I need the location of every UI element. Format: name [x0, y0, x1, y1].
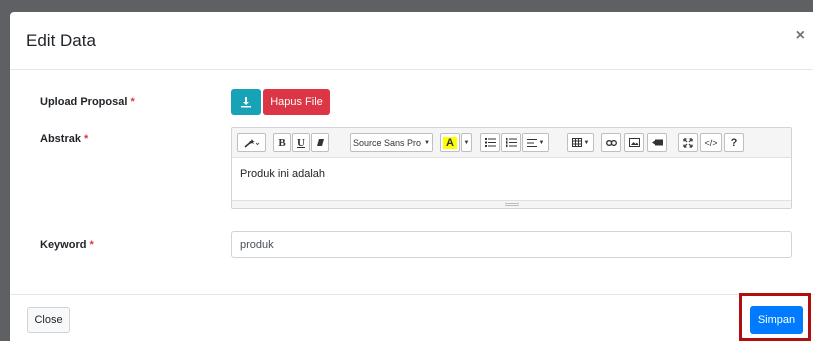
- font-name-dropdown[interactable]: Source Sans Pro ▼: [350, 133, 433, 152]
- paragraph-align-dropdown[interactable]: ▼: [522, 133, 549, 152]
- link-icon: [605, 139, 617, 146]
- upload-proposal-text: Upload Proposal: [40, 96, 128, 108]
- keyword-label: Keyword *: [40, 239, 94, 251]
- caret-down-icon: ▼: [424, 139, 430, 146]
- image-icon: [628, 138, 640, 147]
- edit-data-modal: Edit Data × Upload Proposal * Hapus File…: [10, 12, 813, 341]
- font-color-dropdown[interactable]: ▼: [461, 133, 472, 152]
- modal-header: Edit Data ×: [10, 12, 813, 70]
- resize-grip-icon: [504, 203, 519, 206]
- table-dropdown[interactable]: ▼: [567, 133, 594, 152]
- simpan-button[interactable]: Simpan: [750, 306, 803, 334]
- ordered-list-button[interactable]: [501, 133, 521, 152]
- keyword-input[interactable]: [231, 231, 792, 258]
- help-button[interactable]: ?: [724, 133, 744, 152]
- hapus-file-button[interactable]: Hapus File: [263, 89, 330, 115]
- unordered-list-icon: [484, 138, 496, 147]
- caret-down-icon: ▼: [538, 139, 545, 146]
- caret-down-icon: ▼: [463, 139, 470, 146]
- align-icon: [526, 138, 537, 147]
- underline-button[interactable]: U: [292, 133, 310, 152]
- caret-down-icon: ▼: [583, 139, 590, 146]
- magic-wand-icon: [244, 138, 259, 148]
- upload-proposal-label: Upload Proposal *: [40, 96, 135, 108]
- required-mark: *: [89, 239, 94, 251]
- code-view-button[interactable]: </>: [700, 133, 722, 152]
- fullscreen-button[interactable]: [678, 133, 698, 152]
- table-icon: [571, 138, 582, 147]
- editor-resize-bar[interactable]: [232, 200, 791, 208]
- clear-format-button[interactable]: [311, 133, 329, 152]
- magic-wand-button[interactable]: [237, 133, 266, 152]
- close-button[interactable]: Close: [27, 307, 70, 333]
- abstrak-text: Abstrak: [40, 133, 81, 145]
- download-icon: [241, 97, 251, 108]
- unordered-list-button[interactable]: [480, 133, 500, 152]
- eraser-icon: [316, 139, 324, 146]
- fullscreen-icon: [683, 137, 693, 148]
- keyword-text: Keyword: [40, 239, 87, 251]
- abstrak-label: Abstrak *: [40, 133, 88, 145]
- insert-image-button[interactable]: [624, 133, 644, 152]
- modal-title: Edit Data: [26, 31, 96, 50]
- editor-toolbar: B U Source Sans Pro ▼ A ▼ ▼ ▼ </> ?: [232, 128, 791, 158]
- required-mark: *: [84, 133, 89, 145]
- download-file-button[interactable]: [231, 89, 261, 115]
- ordered-list-icon: [505, 138, 517, 147]
- font-color-letter: A: [443, 136, 457, 149]
- rich-text-editor: B U Source Sans Pro ▼ A ▼ ▼ ▼ </> ? Prod…: [231, 127, 792, 209]
- editor-content[interactable]: Produk ini adalah: [232, 158, 791, 200]
- insert-link-button[interactable]: [601, 133, 621, 152]
- required-mark: *: [130, 96, 135, 108]
- font-name-value: Source Sans Pro: [353, 137, 422, 148]
- font-color-button[interactable]: A: [440, 133, 460, 152]
- close-icon[interactable]: ×: [796, 27, 805, 45]
- video-icon: [651, 139, 663, 146]
- insert-video-button[interactable]: [647, 133, 667, 152]
- bold-button[interactable]: B: [273, 133, 291, 152]
- modal-footer-divider: [10, 294, 813, 295]
